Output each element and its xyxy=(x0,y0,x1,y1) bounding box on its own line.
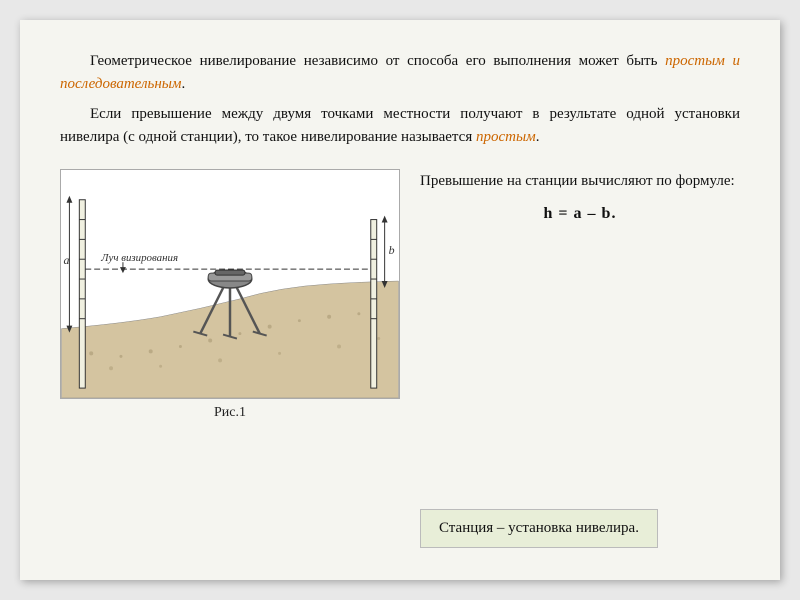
formula-block: Превышение на станции вычисляют по форму… xyxy=(420,169,740,227)
right-column: Превышение на станции вычисляют по форму… xyxy=(420,169,740,556)
paragraph1: Геометрическое нивелирование независимо … xyxy=(60,50,740,97)
paragraph2-highlight: простым xyxy=(476,129,536,145)
station-box: Станция – установка нивелира. xyxy=(420,509,658,548)
left-column: Луч визирования a b xyxy=(60,169,400,556)
paragraph2-end: . xyxy=(536,129,540,145)
svg-text:b: b xyxy=(389,243,395,257)
slide: Геометрическое нивелирование независимо … xyxy=(20,20,780,580)
paragraph2-start: Если превышение между двумя точками мест… xyxy=(60,106,740,145)
diagram-svg: Луч визирования a b xyxy=(61,170,399,398)
paragraph2: Если превышение между двумя точками мест… xyxy=(60,103,740,150)
paragraph1-normal: Геометрическое нивелирование независимо … xyxy=(90,53,665,69)
formula-display: h = a – b. xyxy=(420,201,740,227)
intro-text-block: Геометрическое нивелирование независимо … xyxy=(60,50,740,155)
diagram-container: Луч визирования a b xyxy=(60,169,400,399)
station-text: Станция – установка нивелира. xyxy=(439,520,639,536)
svg-text:Луч визирования: Луч визирования xyxy=(100,252,178,264)
svg-text:a: a xyxy=(63,253,69,267)
paragraph1-end: . xyxy=(182,76,186,92)
content-area: Луч визирования a b xyxy=(60,169,740,556)
formula-text: Превышение на станции вычисляют по форму… xyxy=(420,173,735,189)
fig-label: Рис.1 xyxy=(214,405,246,421)
